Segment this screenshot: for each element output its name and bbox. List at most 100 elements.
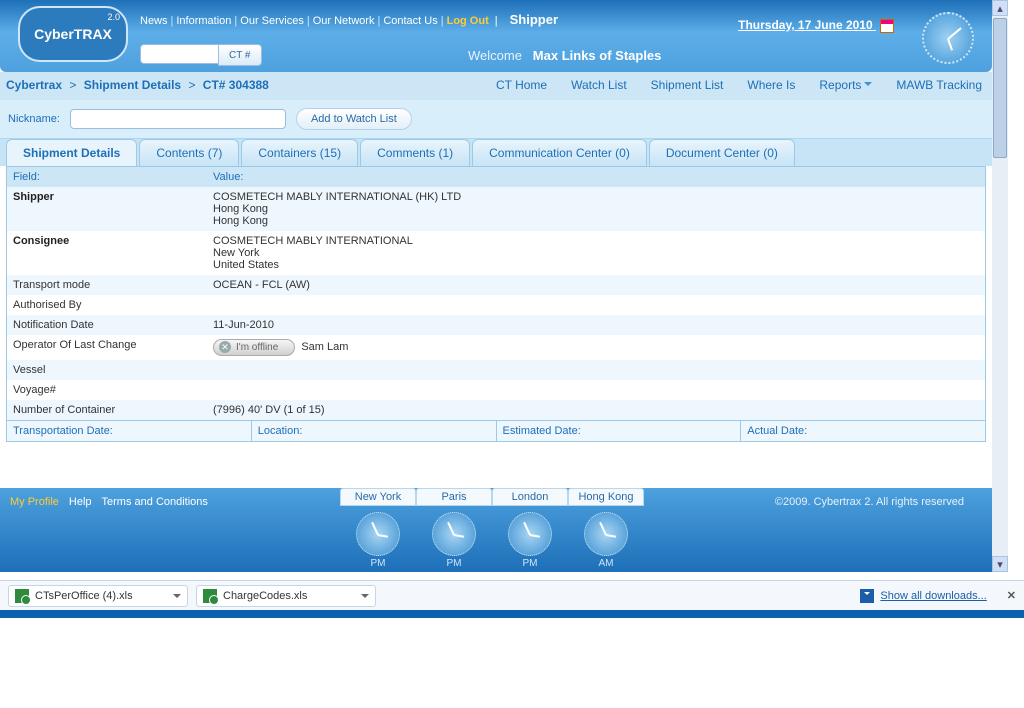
field-value (207, 360, 985, 380)
field-label: Number of Container (7, 400, 207, 420)
status-offline[interactable]: I'm offline (213, 339, 295, 356)
detail-row: Transport mode OCEAN - FCL (AW) (7, 275, 985, 295)
clock-city: Hong Kong (568, 488, 644, 506)
quad-col: Estimated Date: (497, 421, 742, 441)
nav-link[interactable]: Our Services (240, 15, 304, 27)
detail-row: Number of Container (7996) 40' DV (1 of … (7, 400, 985, 420)
detail-row: Vessel (7, 360, 985, 380)
quad-col: Actual Date: (741, 421, 985, 441)
tab[interactable]: Shipment Details (6, 139, 137, 166)
download-filename: CTsPerOffice (4).xls (35, 590, 133, 602)
search-form: CT # (140, 44, 262, 66)
add-watch-button[interactable]: Add to Watch List (296, 108, 412, 130)
copyright: ©2009. Cybertrax 2. All rights reserved (775, 496, 964, 508)
nickname-input[interactable] (70, 109, 286, 129)
world-clocks: New York PM Paris PM London PM Hong Kong… (340, 488, 644, 569)
clock-face-icon (432, 512, 476, 556)
download-item[interactable]: ChargeCodes.xls (196, 585, 376, 607)
field-label: Transport mode (7, 275, 207, 295)
subnav-item[interactable]: MAWB Tracking (896, 78, 982, 92)
footer-link[interactable]: Help (69, 496, 92, 508)
nav-link[interactable]: News (140, 15, 168, 27)
field-label: Shipper (7, 187, 207, 231)
status-bar (0, 610, 1024, 618)
operator-name: Sam Lam (301, 341, 348, 353)
field-label: Operator Of Last Change (7, 335, 207, 360)
clock-ampm: PM (492, 558, 568, 569)
detail-row: Voyage# (7, 380, 985, 400)
close-download-bar[interactable]: ✕ (1007, 589, 1016, 602)
date-columns: Transportation Date:Location:Estimated D… (7, 420, 985, 441)
date-label: Thursday, 17 June 2010 (738, 18, 873, 32)
subnav-item[interactable]: Watch List (571, 78, 627, 92)
excel-icon (15, 589, 29, 603)
nickname-row: Nickname: Add to Watch List (0, 100, 992, 138)
clock-icon (922, 12, 974, 64)
tab[interactable]: Contents (7) (139, 139, 239, 166)
footer: My Profile Help Terms and Conditions ©2009… (0, 488, 992, 572)
current-date[interactable]: Thursday, 17 June 2010 (738, 18, 894, 33)
detail-row: Authorised By (7, 295, 985, 315)
subnav-item[interactable]: Shipment List (651, 78, 724, 92)
vertical-scrollbar[interactable]: ▴ ▾ (992, 0, 1008, 572)
quad-col: Transportation Date: (7, 421, 252, 441)
search-input[interactable] (140, 44, 218, 64)
tab[interactable]: Containers (15) (241, 139, 358, 166)
show-all-label: Show all downloads... (880, 590, 986, 602)
tab-bar: Shipment DetailsContents (7)Containers (… (0, 138, 992, 166)
field-label: Vessel (7, 360, 207, 380)
welcome-user: Max Links of Staples (533, 48, 662, 63)
field-label: Notification Date (7, 315, 207, 335)
download-bar: CTsPerOffice (4).xls ChargeCodes.xls Sho… (0, 580, 1024, 610)
clock-city: London (492, 488, 568, 506)
col-value: Value: (207, 167, 985, 187)
field-value: 11-Jun-2010 (207, 315, 985, 335)
subnav-item[interactable]: Where Is (747, 78, 795, 92)
subnav-item[interactable]: Reports (819, 78, 872, 92)
breadcrumb-bar: Cybertrax > Shipment Details > CT# 30438… (0, 72, 992, 100)
footer-link[interactable]: Terms and Conditions (102, 496, 208, 508)
field-value: COSMETECH MABLY INTERNATIONAL (HK) LTDHo… (207, 187, 985, 231)
subnav-item[interactable]: CT Home (496, 78, 547, 92)
world-clock: Paris PM (416, 488, 492, 569)
nav-link[interactable]: Information (176, 15, 231, 27)
clock-face-icon (356, 512, 400, 556)
welcome-label: Welcome (468, 48, 522, 63)
nav-link[interactable]: Our Network (313, 15, 375, 27)
tab[interactable]: Document Center (0) (649, 139, 795, 166)
detail-header: Field: Value: (7, 167, 985, 187)
logout-link[interactable]: Log Out (447, 15, 489, 27)
clock-face-icon (508, 512, 552, 556)
field-label: Authorised By (7, 295, 207, 315)
field-label: Voyage# (7, 380, 207, 400)
detail-row: Operator Of Last Change I'm offline Sam L… (7, 335, 985, 360)
clock-face-icon (584, 512, 628, 556)
detail-row: Notification Date 11-Jun-2010 (7, 315, 985, 335)
search-button[interactable]: CT # (218, 44, 262, 66)
tab[interactable]: Comments (1) (360, 139, 470, 166)
scroll-up-icon[interactable]: ▴ (992, 0, 1008, 16)
nav-link[interactable]: Contact Us (383, 15, 437, 27)
world-clock: New York PM (340, 488, 416, 569)
world-clock: London PM (492, 488, 568, 569)
detail-row: Consignee COSMETECH MABLY INTERNATIONALN… (7, 231, 985, 275)
logo[interactable]: CyberTRAX 2.0 (18, 6, 128, 62)
clock-city: New York (340, 488, 416, 506)
scroll-down-icon[interactable]: ▾ (992, 556, 1008, 572)
download-item[interactable]: CTsPerOffice (4).xls (8, 585, 188, 607)
footer-link[interactable]: My Profile (10, 496, 59, 508)
breadcrumb-item[interactable]: Shipment Details (84, 78, 181, 92)
scroll-thumb[interactable] (993, 18, 1007, 158)
app-header: CyberTRAX 2.0 News|Information|Our Servi… (0, 0, 992, 72)
field-value: OCEAN - FCL (AW) (207, 275, 985, 295)
breadcrumb-item[interactable]: Cybertrax (6, 78, 62, 92)
clock-ampm: PM (340, 558, 416, 569)
logo-version: 2.0 (107, 12, 120, 22)
field-label: Consignee (7, 231, 207, 275)
calendar-icon (880, 19, 894, 33)
field-value: (7996) 40' DV (1 of 15) (207, 400, 985, 420)
tab[interactable]: Communication Center (0) (472, 139, 647, 166)
breadcrumb-item[interactable]: CT# 304388 (203, 78, 269, 92)
show-all-downloads[interactable]: Show all downloads... (860, 589, 986, 603)
top-nav: News|Information|Our Services|Our Networ… (140, 12, 558, 27)
